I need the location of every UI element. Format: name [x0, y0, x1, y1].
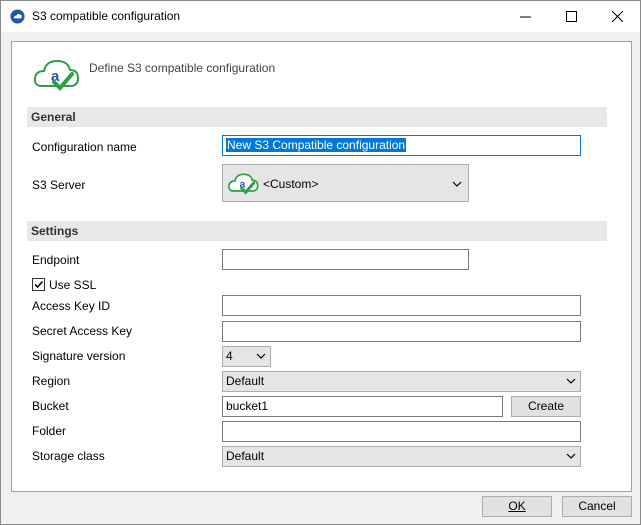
access-key-input[interactable] — [222, 295, 581, 316]
endpoint-label: Endpoint — [32, 253, 80, 267]
minimize-button[interactable] — [502, 1, 548, 32]
s3-server-label: S3 Server — [32, 178, 86, 192]
chevron-down-icon — [452, 181, 462, 187]
use-ssl-label: Use SSL — [49, 278, 97, 292]
chevron-down-icon — [566, 378, 576, 384]
section-settings-heading: Settings — [31, 224, 79, 238]
chevron-down-icon — [566, 453, 576, 459]
config-name-value: New S3 Compatible configuration — [226, 138, 407, 152]
config-panel: a Define S3 compatible configuration Gen… — [11, 41, 632, 492]
config-name-input[interactable]: New S3 Compatible configuration — [222, 135, 581, 156]
region-value: Default — [226, 374, 265, 388]
cancel-button[interactable]: Cancel — [562, 496, 632, 517]
use-ssl-checkbox[interactable] — [32, 278, 45, 291]
folder-input[interactable] — [222, 421, 581, 442]
region-dropdown[interactable]: Default — [222, 371, 581, 392]
secret-key-label: Secret Access Key — [32, 324, 133, 338]
storage-class-label: Storage class — [32, 449, 105, 463]
app-icon — [10, 9, 25, 24]
s3-server-dropdown[interactable]: a <Custom> — [222, 164, 469, 202]
close-icon — [611, 11, 623, 22]
minimize-icon — [519, 16, 531, 18]
cancel-button-label: Cancel — [578, 499, 616, 513]
ok-button-label: OK — [508, 499, 526, 513]
endpoint-input[interactable] — [222, 249, 469, 270]
checkmark-icon — [34, 280, 44, 289]
config-name-label: Configuration name — [32, 140, 137, 154]
folder-label: Folder — [32, 424, 67, 438]
secret-key-input[interactable] — [222, 321, 581, 342]
access-key-label: Access Key ID — [32, 299, 111, 313]
create-bucket-button[interactable]: Create — [511, 396, 581, 417]
bucket-input[interactable]: bucket1 — [222, 396, 503, 417]
signature-version-dropdown[interactable]: 4 — [222, 346, 271, 367]
section-settings: Settings — [27, 221, 607, 241]
s3-cloud-icon: a — [33, 59, 80, 91]
storage-class-dropdown[interactable]: Default — [222, 446, 581, 467]
signature-version-value: 4 — [226, 349, 233, 363]
s3-server-value: <Custom> — [263, 177, 319, 191]
section-general: General — [27, 107, 607, 127]
chevron-down-icon — [256, 353, 266, 359]
close-button[interactable] — [594, 1, 640, 32]
bucket-label: Bucket — [32, 399, 69, 413]
maximize-icon — [565, 11, 577, 22]
header-text: Define S3 compatible configuration — [89, 61, 276, 75]
ok-button[interactable]: OK — [482, 496, 552, 517]
signature-version-label: Signature version — [32, 349, 126, 363]
window-title: S3 compatible configuration — [32, 9, 181, 23]
s3-cloud-small-icon: a — [228, 173, 259, 195]
dialog-window: S3 compatible configuration a Define S3 … — [0, 0, 641, 525]
region-label: Region — [32, 374, 71, 388]
storage-class-value: Default — [226, 449, 265, 463]
maximize-button[interactable] — [548, 1, 594, 32]
section-general-heading: General — [31, 110, 76, 124]
title-bar: S3 compatible configuration — [1, 1, 640, 32]
